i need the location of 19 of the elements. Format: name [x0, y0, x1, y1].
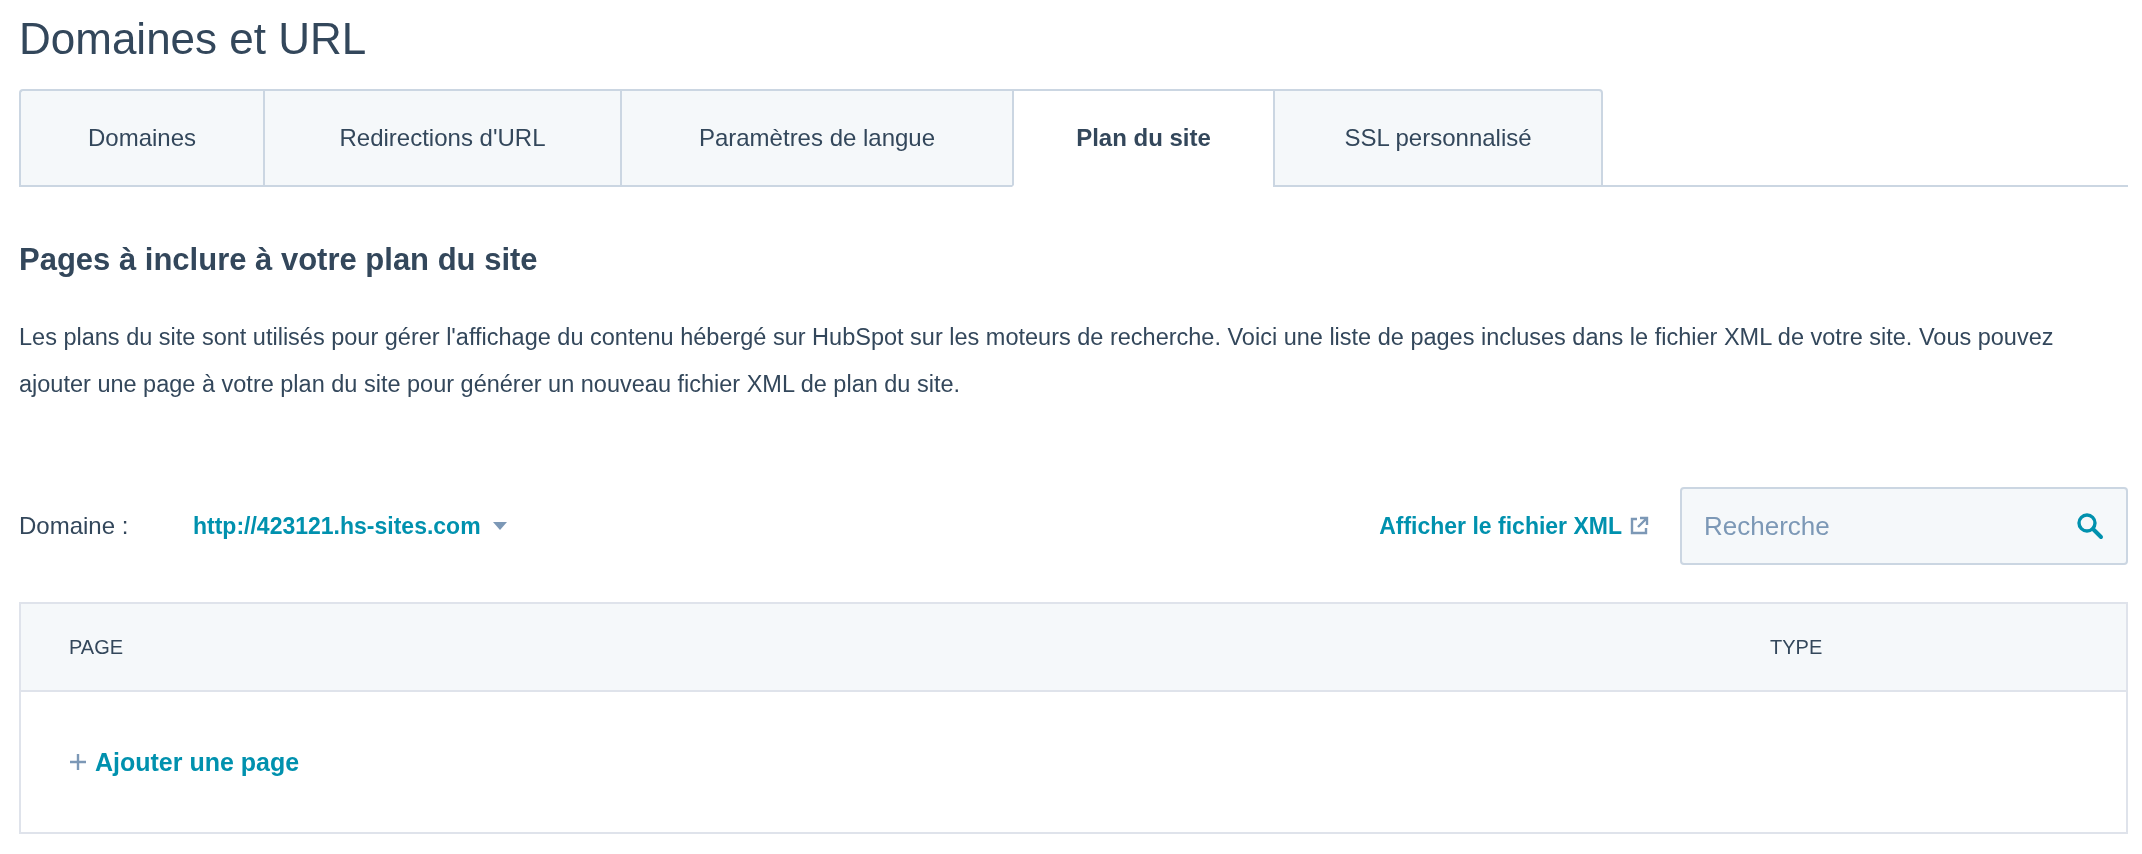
caret-icon [492, 522, 507, 530]
external-link-icon [1628, 515, 1650, 537]
tab[interactable]: Paramètres de langue [620, 89, 1012, 187]
column-header: TYPE [1770, 635, 1824, 659]
plus-icon [69, 753, 87, 771]
tab[interactable]: SSL personnalisé [1273, 89, 1603, 187]
xml-file-link[interactable]: Afficher le fichier XML [1379, 512, 1650, 540]
section-heading: Pages à inclure à votre plan du site [19, 242, 539, 278]
tab[interactable]: Domaines [19, 89, 263, 187]
search-field[interactable]: Recherche [1680, 487, 2128, 565]
domain-label: Domaine : [19, 512, 130, 540]
tab[interactable]: Plan du site [1012, 89, 1273, 187]
column-header: PAGE [69, 635, 125, 659]
domain-dropdown[interactable]: http://423121.hs-sites.com [193, 512, 507, 540]
page-title: Domaines et URL [19, 13, 368, 65]
search-icon [2076, 512, 2104, 540]
add-page-link[interactable]: Ajouter une page [69, 747, 300, 777]
tab[interactable]: Redirections d'URL [263, 89, 620, 187]
section-description: Les plans du site sont utilisés pour gérer l'affichage du contenu hébergé sur HubSpot sur les moteurs de recherche. Voici une liste de pages incluses dans le fichier XML de votre site. Vous pouvez ajouter une page à votre plan du site pour générer un nouveau fichier XML de plan du site. [19, 323, 2055, 399]
